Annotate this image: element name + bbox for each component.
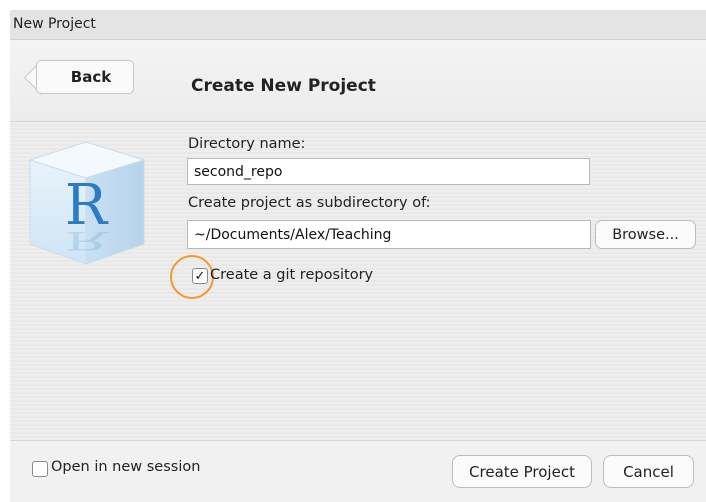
page-title: Create New Project <box>191 76 376 96</box>
back-button[interactable]: Back <box>36 60 134 94</box>
directory-name-field[interactable] <box>187 158 590 185</box>
dialog-header: Back Create New Project <box>10 40 706 122</box>
r-logo-icon: R R <box>28 141 146 265</box>
new-project-dialog: New Project Back Create New Project R R <box>10 10 706 502</box>
git-repo-label: Create a git repository <box>210 267 374 283</box>
new-session-checkbox[interactable] <box>32 461 48 477</box>
check-icon: ✓ <box>194 268 206 284</box>
browse-button[interactable]: Browse... <box>595 220 696 249</box>
r-logo-reflection: R <box>65 226 109 255</box>
title-bar: New Project <box>10 10 706 40</box>
git-repo-checkbox[interactable]: ✓ <box>192 268 208 284</box>
window-title: New Project <box>13 16 96 32</box>
create-project-button[interactable]: Create Project <box>452 455 592 488</box>
directory-name-label: Directory name: <box>188 136 306 152</box>
subdirectory-label: Create project as subdirectory of: <box>188 195 431 211</box>
cancel-button[interactable]: Cancel <box>603 455 694 488</box>
subdirectory-field[interactable] <box>187 220 591 249</box>
form-area: R R Directory name: Create project as su… <box>10 122 706 440</box>
new-session-label: Open in new session <box>51 459 201 475</box>
dialog-footer: Open in new session Create Project Cance… <box>10 440 706 502</box>
